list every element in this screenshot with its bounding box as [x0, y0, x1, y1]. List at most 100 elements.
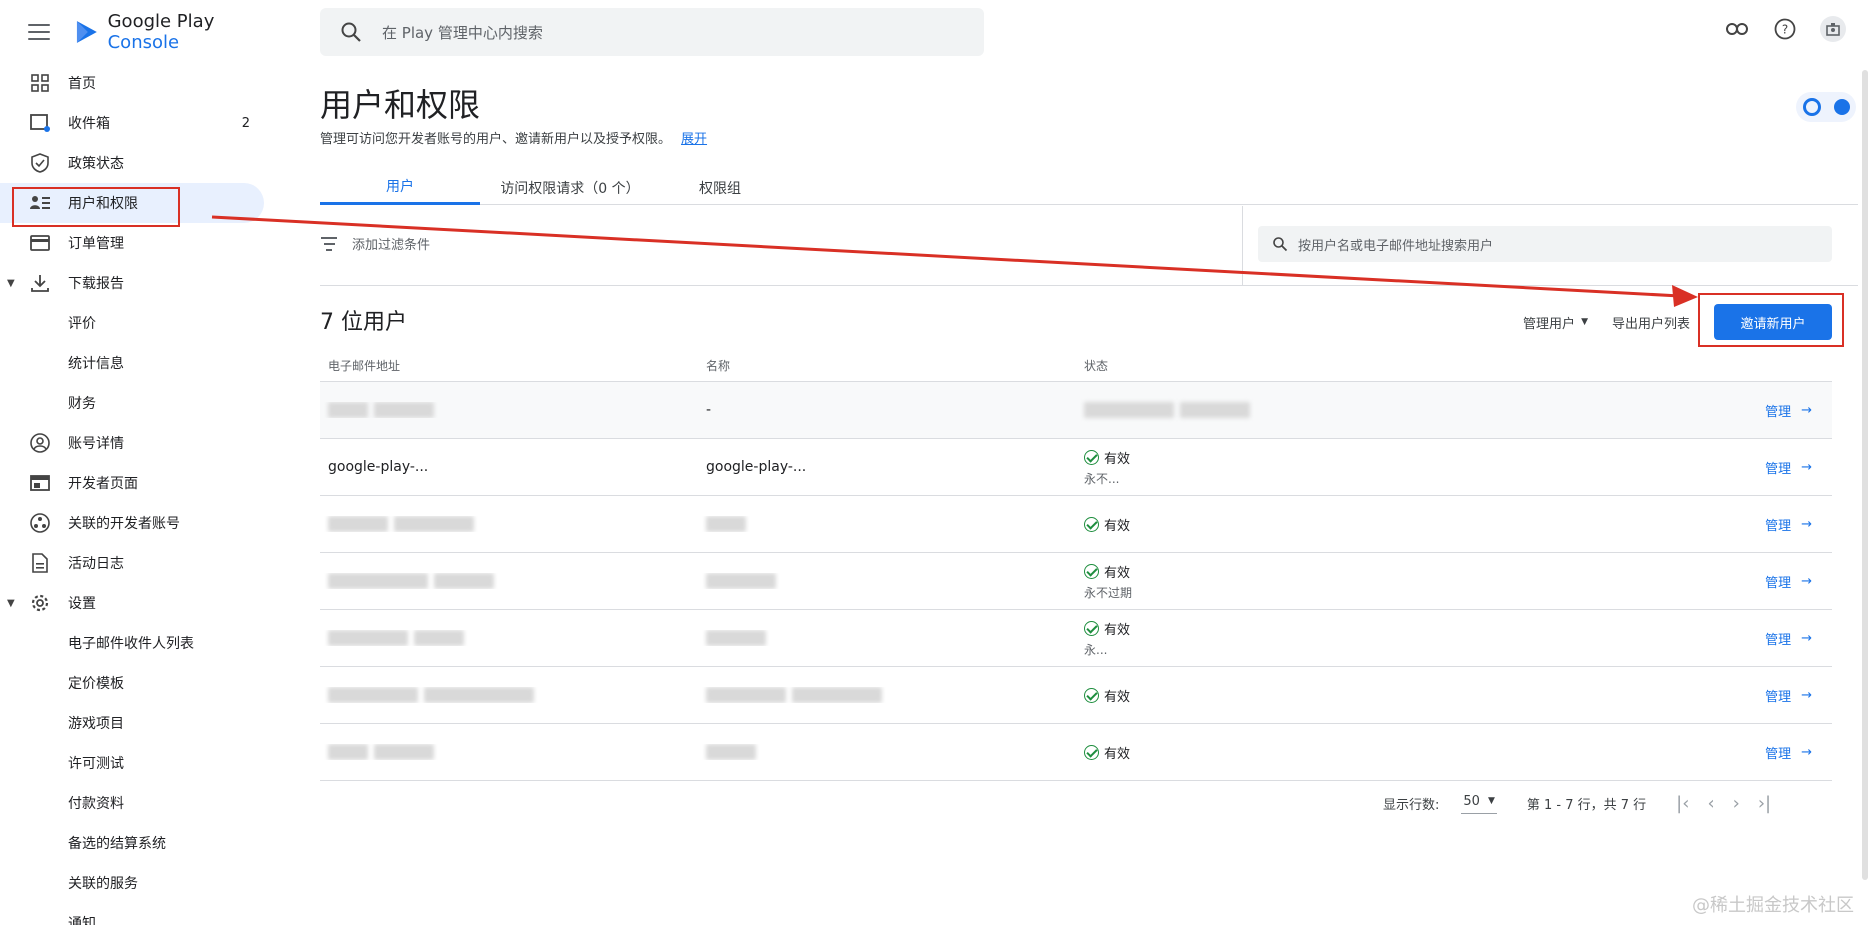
manage-user-link[interactable]: 管理 →	[1765, 401, 1812, 420]
cell-status: 有效	[1076, 686, 1476, 705]
user-search-placeholder: 按用户名或电子邮件地址搜索用户	[1298, 238, 1494, 254]
logo[interactable]: Google Play Console	[74, 11, 290, 53]
sidebar-item-label: 设置	[68, 596, 96, 612]
tab-access-requests[interactable]: 访问权限请求（0 个）	[480, 170, 660, 205]
sidebar-item-notifications[interactable]: 通知	[0, 903, 290, 925]
sidebar-item-reviews[interactable]: 评价	[0, 303, 290, 343]
caret-down-icon[interactable]: ▼	[7, 598, 15, 609]
sidebar-item-policy-status[interactable]: 政策状态	[0, 143, 290, 183]
caret-down-icon[interactable]: ▼	[7, 278, 15, 289]
page-scrollbar[interactable]	[1862, 70, 1868, 880]
sidebar-item-linked-developer-accounts[interactable]: 关联的开发者账号	[0, 503, 290, 543]
sidebar-item-label: 通知	[68, 916, 96, 925]
table-row[interactable]: - 管理 →	[320, 382, 1832, 439]
page-title: 用户和权限	[320, 86, 481, 124]
export-users-button[interactable]: 导出用户列表	[1612, 313, 1690, 332]
previous-page-icon[interactable]: ‹	[1707, 793, 1714, 814]
menu-icon[interactable]	[28, 24, 50, 40]
sidebar-item-home[interactable]: 首页	[0, 63, 290, 103]
manage-user-link[interactable]: 管理 →	[1765, 515, 1812, 534]
sidebar-item-label: 付款资料	[68, 796, 124, 812]
sidebar-item-alternative-billing[interactable]: 备选的结算系统	[0, 823, 290, 863]
expand-link[interactable]: 展开	[681, 132, 707, 147]
download-icon	[30, 273, 50, 293]
check-circle-icon	[1084, 620, 1099, 636]
brand-bar: Google Play Console	[28, 11, 290, 53]
column-header-email[interactable]: 电子邮件地址	[320, 357, 698, 374]
search-input[interactable]: 在 Play 管理中心内搜索	[382, 22, 543, 43]
table-row[interactable]: 有效 管理 →	[320, 724, 1832, 781]
cell-status: 有效 永不...	[1084, 449, 1131, 486]
sidebar-item-settings[interactable]: ▼ 设置	[0, 583, 290, 623]
sidebar-item-inbox[interactable]: 收件箱 2	[0, 103, 290, 143]
manage-user-link[interactable]: 管理 →	[1765, 572, 1812, 591]
manage-user-link[interactable]: 管理 →	[1765, 458, 1812, 477]
table-row[interactable]: 有效 永不过期 管理 →	[320, 553, 1832, 610]
filter-bar: 添加过滤条件 按用户名或电子邮件地址搜索用户	[320, 206, 1858, 286]
check-circle-icon	[1084, 449, 1099, 465]
sidebar-item-activity-log[interactable]: 活动日志	[0, 543, 290, 583]
sidebar-item-label: 统计信息	[68, 356, 124, 372]
sidebar-item-finance[interactable]: 财务	[0, 383, 290, 423]
table-row[interactable]: 有效 永... 管理 →	[320, 610, 1832, 667]
cell-status: 有效 永不过期	[1084, 563, 1133, 600]
cell-status: 有效	[1076, 515, 1476, 534]
help-icon[interactable]: ?	[1772, 16, 1798, 42]
sidebar-item-account-details[interactable]: 账号详情	[0, 423, 290, 463]
column-header-status[interactable]: 状态	[1076, 357, 1476, 374]
manage-user-link[interactable]: 管理 →	[1765, 743, 1812, 762]
last-page-icon[interactable]: ›|	[1758, 793, 1771, 814]
sidebar-item-pricing-templates[interactable]: 定价模板	[0, 663, 290, 703]
manage-users-dropdown[interactable]: 管理用户 ▼	[1523, 313, 1588, 332]
arrow-right-icon: →	[1801, 516, 1812, 532]
inbox-count-badge: 2	[241, 115, 250, 131]
sidebar-item-label: 收件箱	[68, 116, 110, 132]
user-search-input[interactable]: 按用户名或电子邮件地址搜索用户	[1258, 226, 1832, 262]
web-page-icon	[30, 473, 50, 493]
next-page-icon[interactable]: ›	[1733, 793, 1740, 814]
cell-status: 有效 永...	[1084, 620, 1131, 657]
table-row[interactable]: 有效 管理 →	[320, 496, 1832, 553]
table-row[interactable]: 有效 管理 →	[320, 667, 1832, 724]
manage-user-link[interactable]: 管理 →	[1765, 686, 1812, 705]
sidebar-item-game-projects[interactable]: 游戏项目	[0, 703, 290, 743]
sidebar-item-order-management[interactable]: 订单管理	[0, 223, 290, 263]
global-search-bar[interactable]: 在 Play 管理中心内搜索	[320, 8, 984, 56]
tab-users[interactable]: 用户	[320, 170, 480, 205]
rows-per-page-select[interactable]: 50 ▼	[1461, 794, 1497, 814]
sidebar-item-download-reports[interactable]: ▼ 下载报告	[0, 263, 290, 303]
linked-accounts-icon	[30, 513, 50, 533]
document-icon	[30, 553, 50, 573]
annotation-highlight-box	[12, 187, 180, 227]
sidebar-item-payments-profile[interactable]: 付款资料	[0, 783, 290, 823]
sidebar-item-label: 账号详情	[68, 436, 124, 452]
cell-name	[698, 573, 1076, 589]
svg-text:?: ?	[1782, 23, 1788, 37]
sidebar-item-developer-page[interactable]: 开发者页面	[0, 463, 290, 503]
first-page-icon[interactable]: |‹	[1676, 793, 1689, 814]
sidebar-item-statistics[interactable]: 统计信息	[0, 343, 290, 383]
search-icon	[1273, 237, 1288, 252]
page-range-text: 第 1 - 7 行，共 7 行	[1526, 798, 1647, 813]
filter-icon	[320, 236, 338, 251]
sidebar-item-email-recipients[interactable]: 电子邮件收件人列表	[0, 623, 290, 663]
table-row[interactable]: google-play-... google-play-... 有效 永不...…	[320, 439, 1832, 496]
pagination: 显示行数: 50 ▼ 第 1 - 7 行，共 7 行 |‹ ‹ › ›|	[1383, 793, 1771, 814]
add-filter-button[interactable]: 添加过滤条件	[320, 234, 430, 253]
play-console-logo-icon	[76, 21, 97, 43]
sidebar-item-label: 订单管理	[68, 236, 124, 252]
cell-status	[1076, 402, 1476, 418]
translate-icon	[1833, 99, 1850, 115]
account-avatar-icon[interactable]	[1820, 16, 1846, 42]
tab-bar: 用户 访问权限请求（0 个） 权限组	[320, 170, 1858, 205]
link-icon[interactable]	[1724, 16, 1750, 42]
sidebar-item-label: 许可测试	[68, 756, 124, 772]
sidebar-item-linked-services[interactable]: 关联的服务	[0, 863, 290, 903]
column-header-name[interactable]: 名称	[698, 357, 1076, 374]
arrow-right-icon: →	[1801, 459, 1812, 475]
manage-user-link[interactable]: 管理 →	[1765, 629, 1812, 648]
sidebar-item-license-testing[interactable]: 许可测试	[0, 743, 290, 783]
tab-permission-groups[interactable]: 权限组	[660, 170, 780, 205]
floating-assistant-widget[interactable]	[1796, 92, 1856, 122]
users-table: 电子邮件地址 名称 状态 - 管理 → google-play-... googl…	[320, 350, 1832, 781]
